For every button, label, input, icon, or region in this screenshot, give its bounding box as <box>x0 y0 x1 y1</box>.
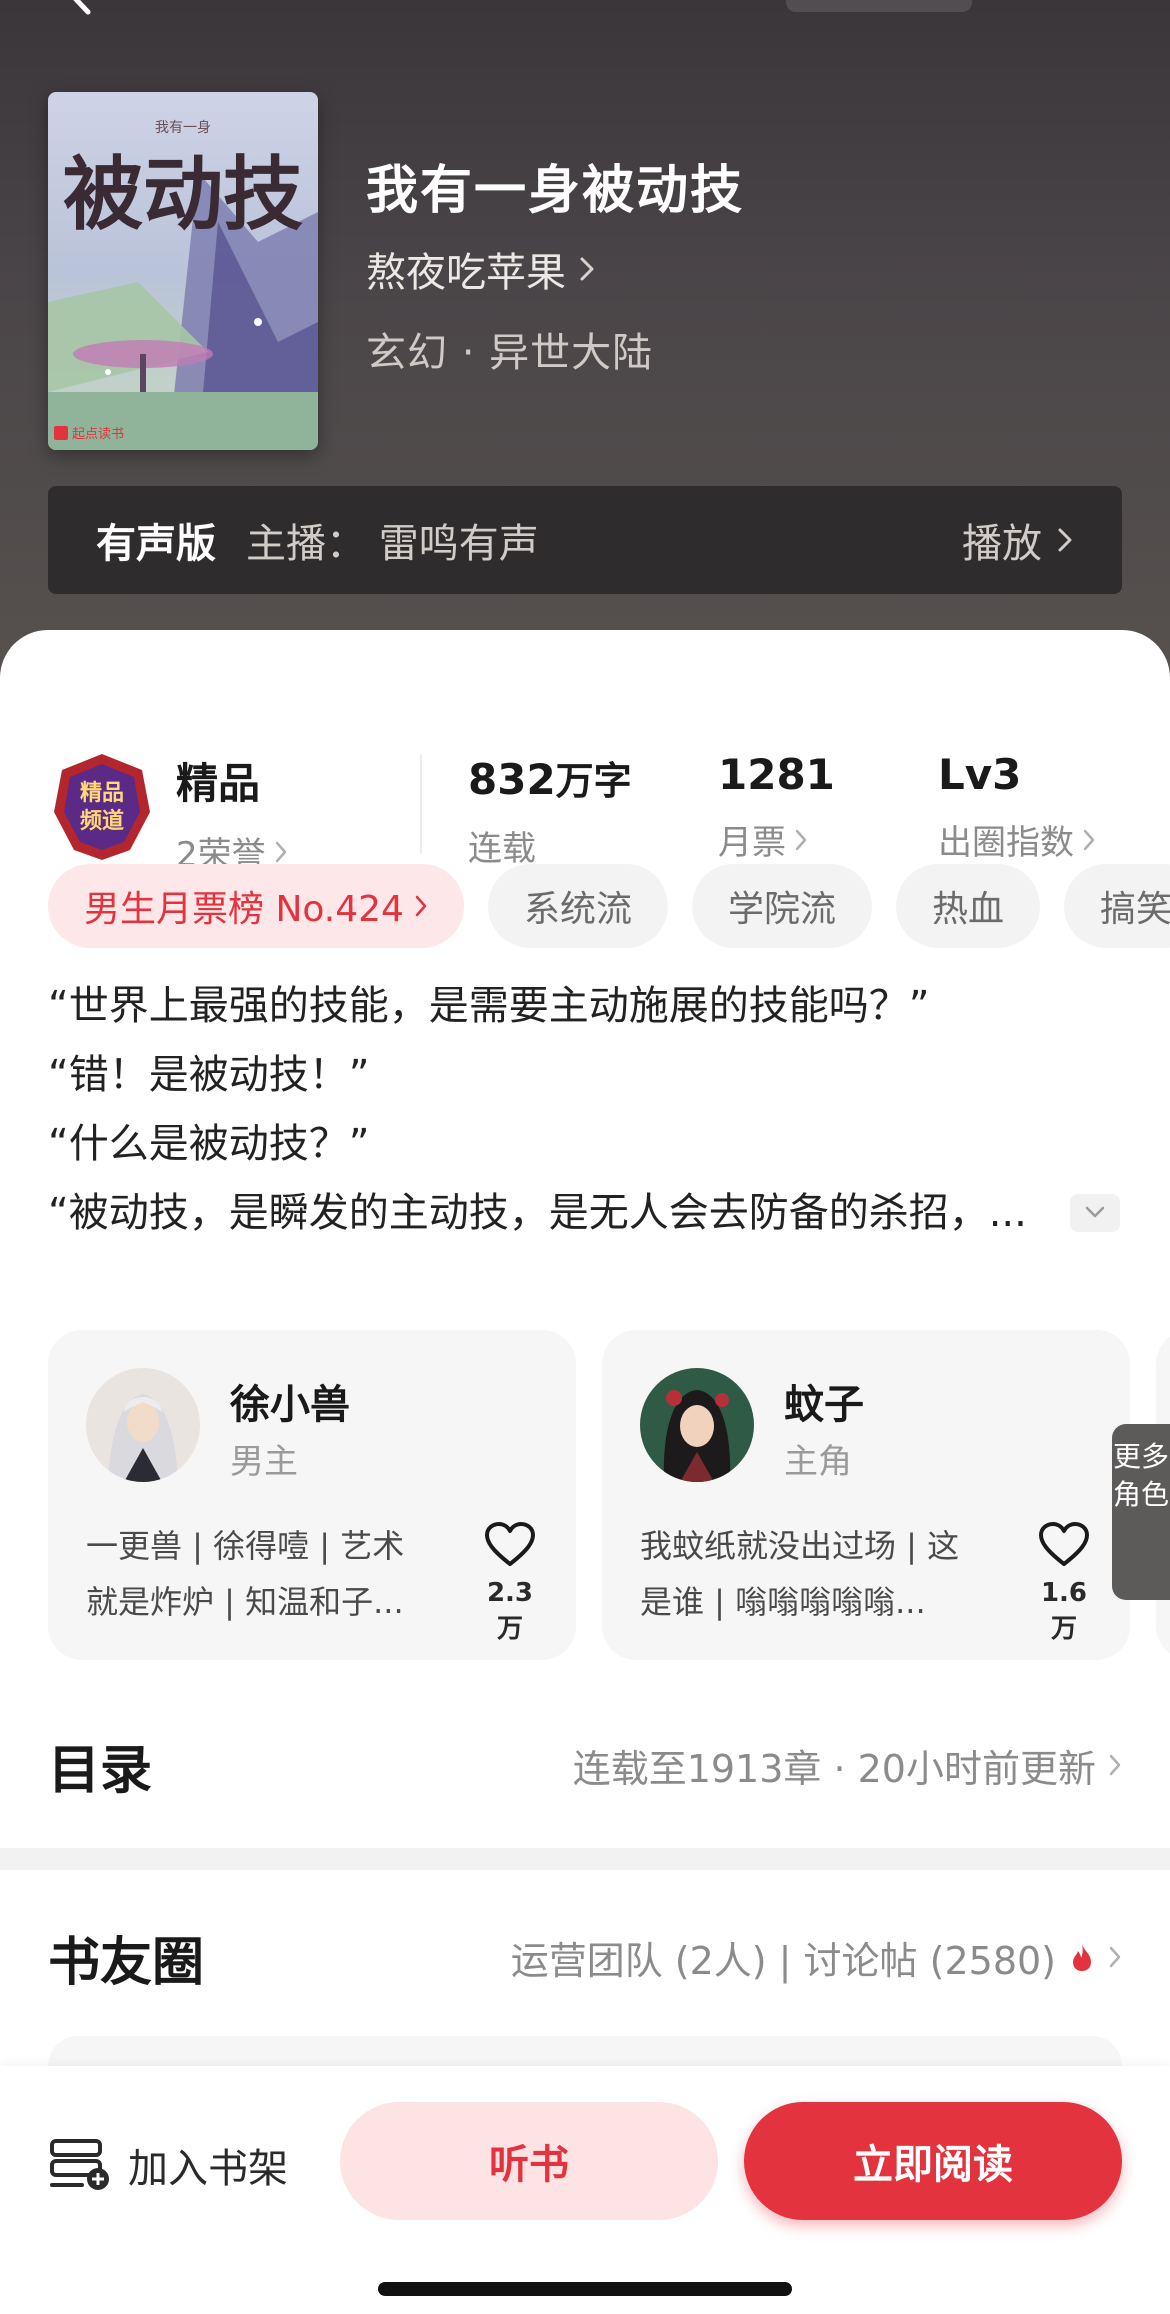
like-button[interactable]: 1.6万 <box>1034 1522 1094 1645</box>
chevron-right-icon <box>1058 528 1072 552</box>
flame-icon <box>1073 1944 1091 1971</box>
bookshelf-add-icon <box>50 2139 109 2190</box>
circle-meta: 运营团队 (2人) | 讨论帖 (2580) <box>510 1938 1056 1983</box>
play-label: 播放 <box>962 521 1042 567</box>
synopsis-line: “被动技，是瞬发的主动技，是无人会去防备的杀招，... <box>48 1190 1027 1236</box>
toc-row[interactable]: 目录 连载至1913章 · 20小时前更新 <box>48 1720 1122 1810</box>
honor-title: 精品 <box>176 759 261 808</box>
like-button[interactable]: 2.3万 <box>480 1522 540 1645</box>
like-count: 2.3万 <box>486 1578 534 1644</box>
svg-text:精品: 精品 <box>80 780 124 806</box>
play-button[interactable]: 播放 <box>962 511 1074 569</box>
tickets-value: 1281 <box>718 750 835 799</box>
character-desc-line: 一更兽 | 徐得噎 | 艺术 <box>86 1527 405 1565</box>
more-roles-button[interactable]: 更多角色 <box>1112 1424 1170 1600</box>
book-title: 我有一身被动技 <box>366 161 745 221</box>
audio-host: 主播： 雷鸣有声 <box>246 521 539 567</box>
listen-button[interactable]: 听书 <box>340 2102 718 2220</box>
add-to-shelf-button[interactable]: 加入书架 <box>48 2136 288 2194</box>
synopsis-line: “世界上最强的技能，是需要主动施展的技能吗？” <box>48 983 930 1029</box>
shelf-label: 加入书架 <box>128 2146 288 2192</box>
character-role: 主角 <box>784 1442 852 1482</box>
synopsis-line: “什么是被动技？” <box>48 1121 370 1167</box>
tag-item[interactable]: 热血 <box>895 864 1040 948</box>
home-indicator <box>378 2282 792 2296</box>
toc-title: 目录 <box>48 1740 153 1801</box>
character-role: 男主 <box>230 1442 298 1482</box>
character-card[interactable]: 蚊子 主角 我蚊纸就没出过场 | 这 是谁 | 嗡嗡嗡嗡嗡... 1.6万 <box>602 1330 1130 1660</box>
stat-divider <box>420 754 422 854</box>
character-name: 徐小兽 <box>230 1382 350 1428</box>
chevron-right-icon <box>795 829 807 850</box>
synopsis[interactable]: “世界上最强的技能，是需要主动施展的技能吗？” “错！是被动技！” “什么是被动… <box>48 972 1128 1248</box>
character-description: 一更兽 | 徐得噎 | 艺术 就是炸炉 | 知温和子... <box>86 1518 446 1630</box>
words-stat: 832万字 连载 <box>468 750 632 870</box>
tag-item[interactable]: 搞笑 <box>1063 864 1170 948</box>
character-list: 徐小兽 男主 一更兽 | 徐得噎 | 艺术 就是炸炉 | 知温和子... 2.3… <box>48 1330 1170 1666</box>
book-detail-sheet: 精品 频道 精品 2荣誉 832万字 连载 1281 月票 Lv3 出圈指数 男… <box>0 630 1170 2314</box>
character-card[interactable]: 徐小兽 男主 一更兽 | 徐得噎 | 艺术 就是炸炉 | 知温和子... 2.3… <box>48 1330 576 1660</box>
expand-synopsis-button[interactable] <box>1070 1194 1120 1232</box>
chevron-right-icon <box>1109 1946 1121 1968</box>
tag-row: 男生月票榜 No.424 系统流 学院流 热血 搞笑 <box>48 864 1170 950</box>
back-arrow-icon[interactable] <box>58 0 104 16</box>
character-desc-line: 是谁 | 嗡嗡嗡嗡嗡... <box>640 1583 926 1621</box>
author-name: 熬夜吃苹果 <box>366 250 566 296</box>
book-circle-row[interactable]: 书友圈 运营团队 (2人) | 讨论帖 (2580) <box>48 1912 1122 2002</box>
chevron-right-icon <box>275 841 286 862</box>
stats-row: 精品 频道 精品 2荣誉 832万字 连载 1281 月票 Lv3 出圈指数 <box>0 690 1170 875</box>
read-now-button[interactable]: 立即阅读 <box>744 2102 1122 2220</box>
character-desc-line: 我蚊纸就没出过场 | 这 <box>640 1527 960 1565</box>
premium-badge-icon[interactable]: 精品 频道 <box>50 752 154 862</box>
level-sub: 出圈指数 <box>938 823 1074 863</box>
audio-tag: 有声版 <box>96 521 216 567</box>
like-count: 1.6万 <box>1040 1578 1088 1644</box>
level-stat[interactable]: Lv3 出圈指数 <box>938 750 1096 864</box>
bottom-action-bar: 加入书架 听书 立即阅读 <box>0 2066 1170 2314</box>
svg-text:频道: 频道 <box>80 808 124 834</box>
book-header: 我有一身 被动技 起点读书 我有一身被动技 熬夜吃苹果 玄幻 · 异世大陆 有声… <box>0 0 1170 700</box>
tag-item[interactable]: 系统流 <box>487 864 668 948</box>
rank-tag[interactable]: 男生月票榜 No.424 <box>48 864 464 948</box>
tickets-sub: 月票 <box>718 823 786 863</box>
chevron-right-icon <box>1109 1754 1121 1776</box>
words-value: 832 <box>468 755 556 804</box>
author-link[interactable]: 熬夜吃苹果 <box>366 240 596 298</box>
level-value: Lv3 <box>938 750 1022 799</box>
toc-status: 连载至1913章 · 20小时前更新 <box>572 1746 1096 1791</box>
avatar <box>640 1368 754 1482</box>
tickets-stat[interactable]: 1281 月票 <box>718 750 835 864</box>
cover-publisher: 起点读书 <box>72 427 124 442</box>
heart-icon <box>485 1522 535 1566</box>
chevron-right-icon <box>580 257 594 281</box>
character-description: 我蚊纸就没出过场 | 这 是谁 | 嗡嗡嗡嗡嗡... <box>640 1518 1000 1630</box>
audio-version-bar[interactable]: 有声版 主播： 雷鸣有声 播放 <box>48 486 1122 594</box>
words-sub: 连载 <box>468 829 536 869</box>
avatar <box>86 1368 200 1482</box>
chevron-right-icon <box>1083 829 1095 850</box>
top-action-pill[interactable] <box>786 0 972 12</box>
rank-label: 男生月票榜 No.424 <box>84 889 404 930</box>
words-unit: 万字 <box>555 759 632 803</box>
character-name: 蚊子 <box>784 1382 864 1428</box>
chevron-down-icon <box>1085 1206 1105 1218</box>
cover-title: 被动技 <box>63 148 303 241</box>
book-cover[interactable]: 我有一身 被动技 起点读书 <box>48 92 318 450</box>
book-category: 玄幻 · 异世大陆 <box>366 330 654 376</box>
chevron-right-icon <box>415 895 427 917</box>
cover-art: 我有一身 被动技 起点读书 <box>48 92 318 450</box>
heart-icon <box>1039 1522 1089 1566</box>
tag-item[interactable]: 学院流 <box>691 864 872 948</box>
section-divider <box>0 1848 1170 1870</box>
cover-subtitle: 我有一身 <box>155 120 211 136</box>
circle-title: 书友圈 <box>48 1932 205 1993</box>
synopsis-line: “错！是被动技！” <box>48 1052 370 1098</box>
honor-stat[interactable]: 精品 2荣誉 <box>176 750 288 876</box>
character-desc-line: 就是炸炉 | 知温和子... <box>86 1583 404 1621</box>
